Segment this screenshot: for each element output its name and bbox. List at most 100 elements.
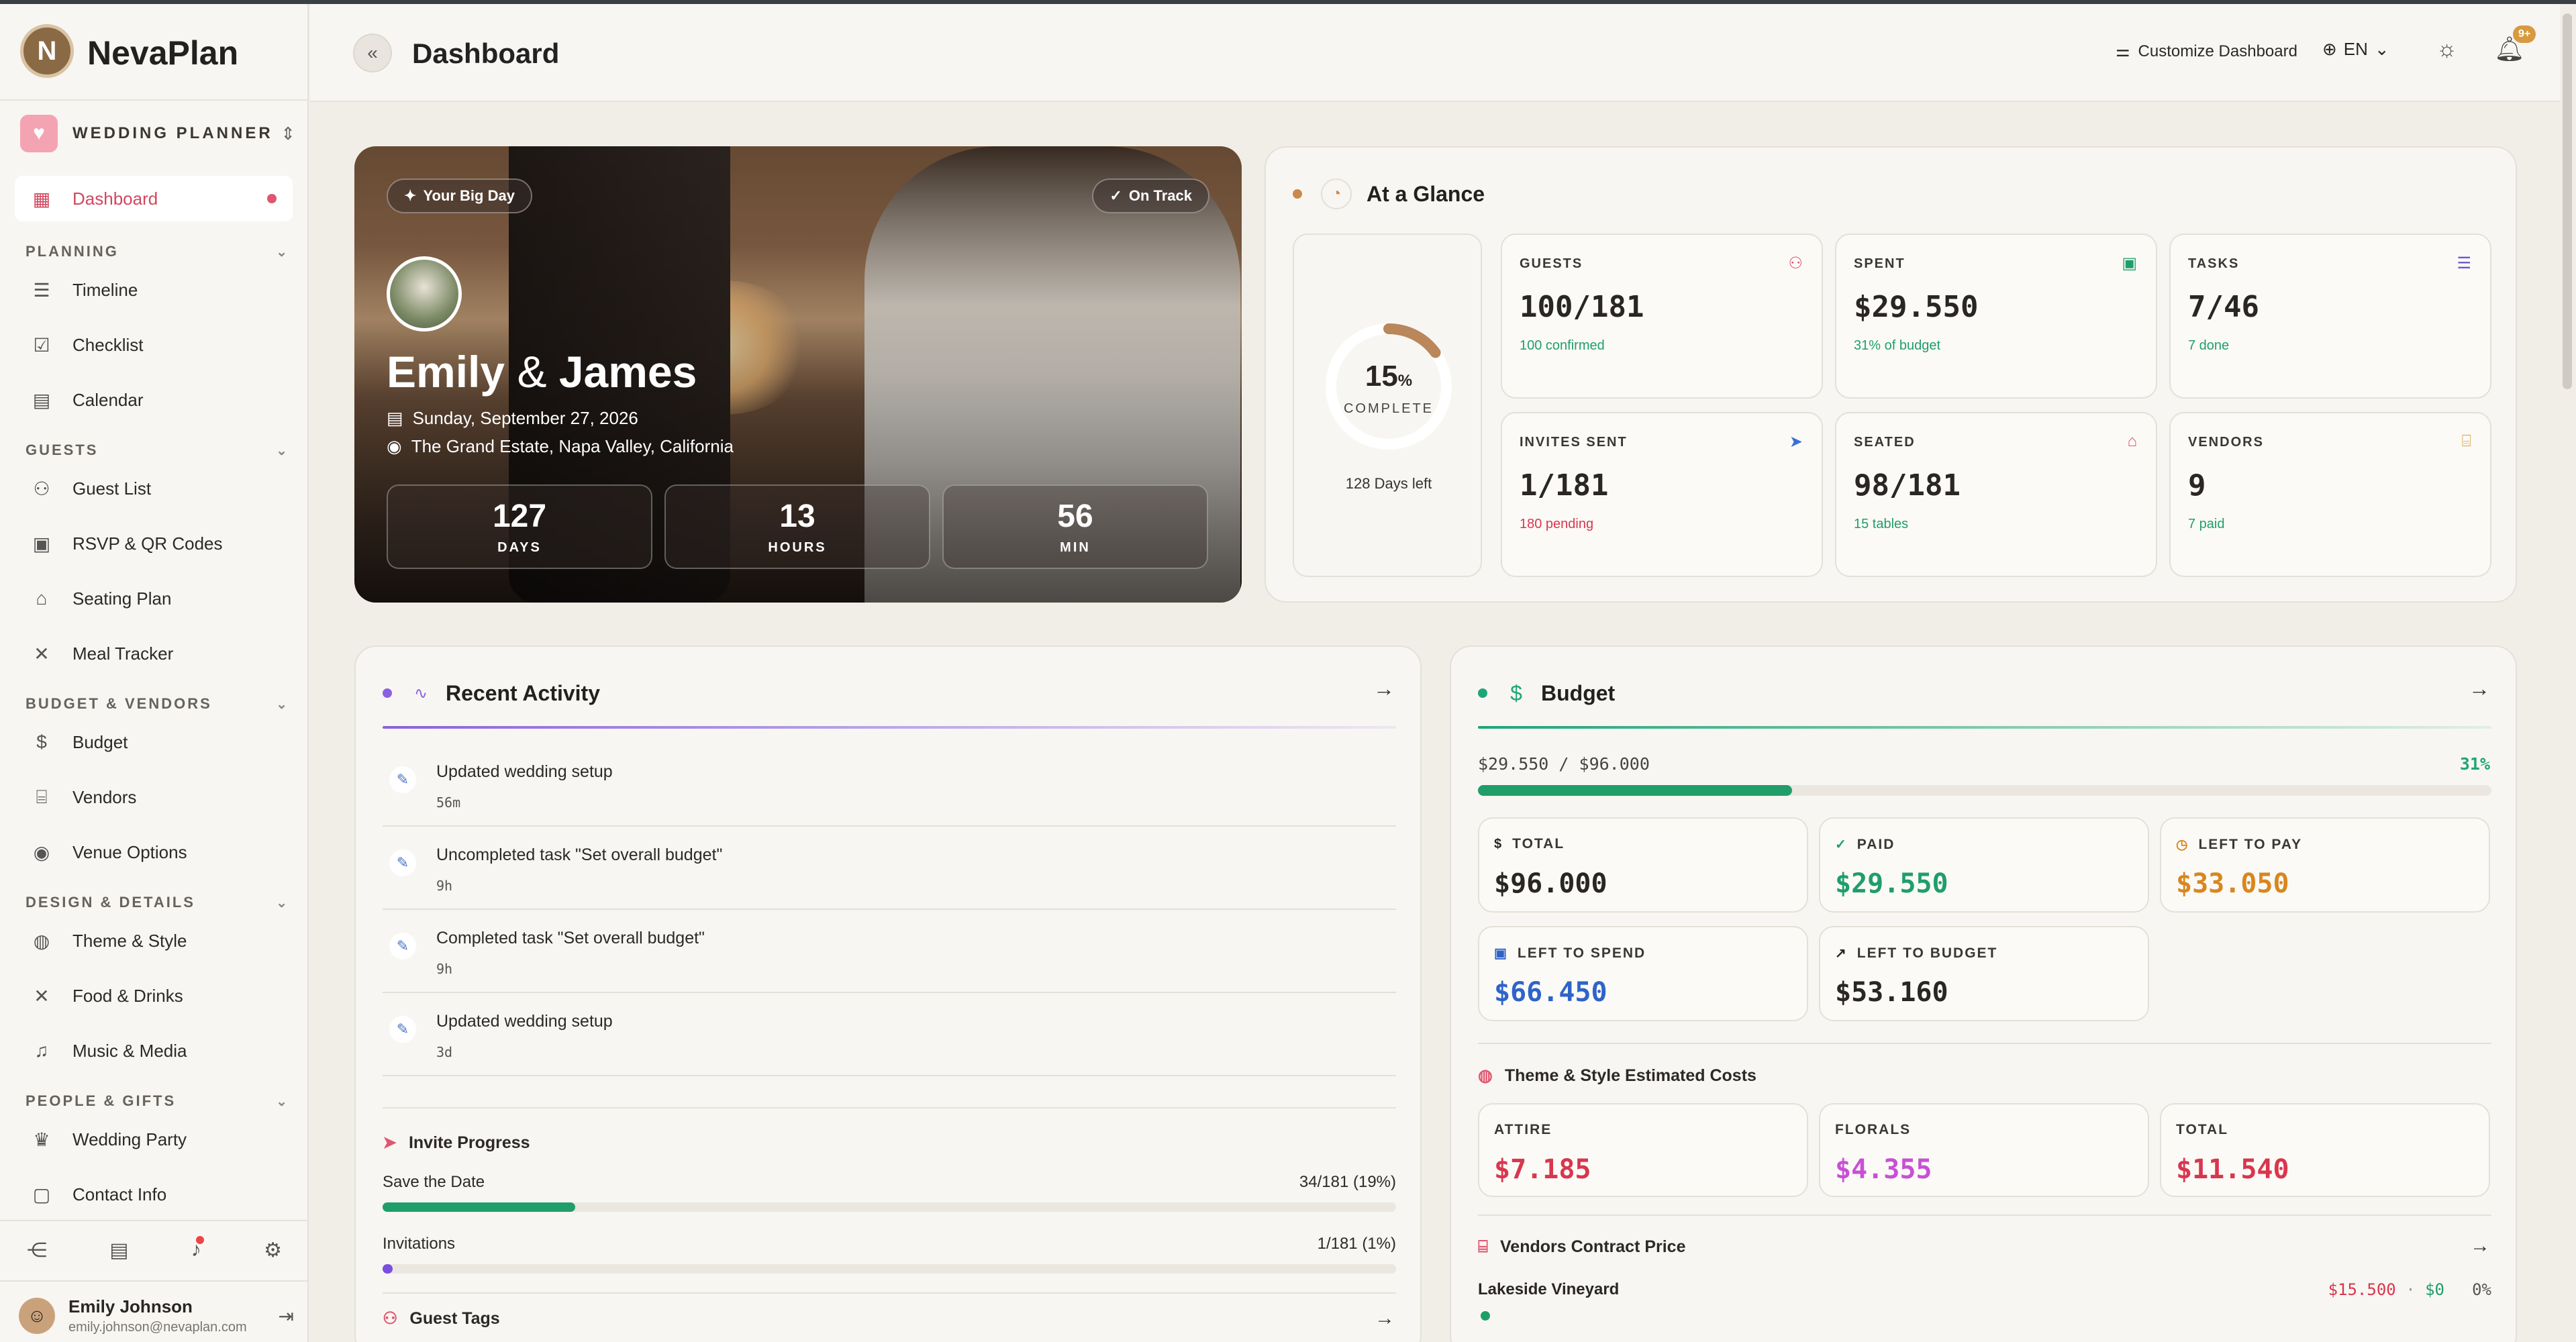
sidebar-item-rsvp[interactable]: ▣ RSVP & QR Codes <box>15 521 293 566</box>
arrow-right-icon[interactable]: → <box>1375 1307 1395 1330</box>
theme-cost-tile-attire[interactable]: ATTIRE $7.185 <box>1478 1103 1808 1197</box>
pencil-icon: ✎ <box>389 766 416 793</box>
theme-cost-tile-total[interactable]: TOTAL $11.540 <box>2160 1103 2490 1197</box>
sidebar-item-checklist[interactable]: ☑ Checklist <box>15 322 293 368</box>
arrow-right-icon[interactable]: → <box>2470 1235 2490 1257</box>
pencil-icon: ✎ <box>389 933 416 960</box>
app-logo[interactable]: N <box>20 24 74 78</box>
stat-subtext: 100 confirmed <box>1520 338 1605 353</box>
sidebar-utility-bar: ⋲ ▤ ♪ ⚙ <box>27 1236 282 1262</box>
qr-code-icon: ▣ <box>32 533 51 554</box>
vendor-name: Lakeside Vineyard <box>1478 1280 1620 1298</box>
activity-time: 56m <box>436 794 461 811</box>
stat-card-guests[interactable]: GUESTS ⚇ 100/181 100 confirmed <box>1501 234 1823 399</box>
activity-text: Updated wedding setup <box>436 1012 613 1031</box>
days-left: 128 Days left <box>1345 475 1432 492</box>
sidebar-item-label: Dashboard <box>72 188 158 209</box>
sidebar-item-timeline[interactable]: ☰ Timeline <box>15 267 293 313</box>
sidebar-item-vendors[interactable]: ⌸ Vendors <box>15 774 293 820</box>
stat-card-seated[interactable]: SEATED ⌂ 98/181 15 tables <box>1835 412 2157 577</box>
customize-dashboard-button[interactable]: ⚌ Customize Dashboard <box>2116 42 2297 61</box>
tile-value: $53.160 <box>1835 977 1948 1008</box>
progress-value: 1/181 (1%) <box>1317 1235 1396 1253</box>
dollar-icon: $ <box>1510 680 1522 705</box>
sidebar-item-contact-info[interactable]: ▢ Contact Info <box>15 1172 293 1217</box>
sidebar-item-wedding-party[interactable]: ♛ Wedding Party <box>15 1117 293 1162</box>
stat-card-invites-sent[interactable]: INVITES SENT ➤ 1/181 180 pending <box>1501 412 1823 577</box>
sidebar-item-dashboard[interactable]: ▦ Dashboard <box>15 176 293 221</box>
planner-selector[interactable]: ♥ WEDDING PLANNER ⇕ <box>20 111 295 156</box>
section-label: PEOPLE & GIFTS <box>26 1092 177 1109</box>
section-label: GUESTS <box>26 442 99 458</box>
bell-icon[interactable]: ♪ <box>191 1236 204 1262</box>
tile-label-text: LEFT TO PAY <box>2198 836 2303 852</box>
gear-icon[interactable]: ⚙ <box>264 1239 282 1262</box>
sidebar-item-calendar[interactable]: ▤ Calendar <box>15 377 293 423</box>
share-icon[interactable]: ⋲ <box>27 1239 47 1262</box>
stat-value: 100/181 <box>1520 290 1644 324</box>
sidebar-item-seating-plan[interactable]: ⌂ Seating Plan <box>15 576 293 621</box>
budget-tile-paid[interactable]: ✓ PAID $29.550 <box>1819 817 2149 913</box>
budget-tile-left-to-budget[interactable]: ↗ LEFT TO BUDGET $53.160 <box>1819 926 2149 1021</box>
activity-item[interactable]: ✎ Uncompleted task "Set overall budget" 9h <box>383 827 1396 910</box>
logout-icon[interactable]: ⇥ <box>279 1305 294 1327</box>
countdown-value: 13 <box>779 499 815 534</box>
stat-label: GUESTS <box>1520 256 1583 271</box>
sidebar-section-guests[interactable]: GUESTS ⌄ <box>26 442 287 459</box>
activity-item[interactable]: ✎ Updated wedding setup 3d <box>383 993 1396 1076</box>
tile-value: $7.185 <box>1494 1154 1591 1185</box>
arrow-right-icon[interactable]: → <box>2469 676 2490 701</box>
activity-item[interactable]: ✎ Completed task "Set overall budget" 9h <box>383 910 1396 993</box>
sidebar-item-venue-options[interactable]: ◉ Venue Options <box>15 829 293 875</box>
card-title: Budget <box>1541 680 1616 705</box>
sidebar-section-people[interactable]: PEOPLE & GIFTS ⌄ <box>26 1092 287 1110</box>
budget-tile-left-to-spend[interactable]: ▣ LEFT TO SPEND $66.450 <box>1478 926 1808 1021</box>
budget-tile-left-to-pay[interactable]: ◷ LEFT TO PAY $33.050 <box>2160 817 2490 913</box>
stat-card-vendors[interactable]: VENDORS ⌸ 9 7 paid <box>2169 412 2491 577</box>
budget-tile-total[interactable]: $ TOTAL $96.000 <box>1478 817 1808 913</box>
sidebar-item-theme-style[interactable]: ◍ Theme & Style <box>15 918 293 964</box>
guest-tags-header[interactable]: ⚇ Guest Tags <box>383 1308 500 1329</box>
music-icon: ♫ <box>34 1040 49 1061</box>
collapse-sidebar-button[interactable]: « <box>353 34 392 72</box>
card-header: ∿ Recent Activity <box>383 678 600 709</box>
activity-item[interactable]: ✎ Updated wedding setup 56m <box>383 743 1396 827</box>
sidebar-item-food-drinks[interactable]: ✕ Food & Drinks <box>15 973 293 1019</box>
sidebar-section-budget-vendors[interactable]: BUDGET & VENDORS ⌄ <box>26 695 287 713</box>
language-selector[interactable]: ⊕ EN ⌄ <box>2322 39 2389 60</box>
stat-card-spent[interactable]: SPENT ▣ $29.550 31% of budget <box>1835 234 2157 399</box>
theme-costs-header: ◍ Theme & Style Estimated Costs <box>1478 1066 1756 1086</box>
percent-value: 15 <box>1365 360 1398 393</box>
countdown-value: 127 <box>492 499 547 534</box>
sidebar-item-label: Timeline <box>72 279 138 300</box>
theme-cost-tile-florals[interactable]: FLORALS $4.355 <box>1819 1103 2149 1197</box>
vendors-contract-header[interactable]: ⌸ Vendors Contract Price <box>1478 1237 1686 1257</box>
sidebar-item-guest-list[interactable]: ⚇ Guest List <box>15 466 293 511</box>
notifications-button[interactable]: 🔔︎ 9+ <box>2494 25 2536 63</box>
section-label: PLANNING <box>26 243 119 260</box>
stat-card-tasks[interactable]: TASKS ☰ 7/46 7 done <box>2169 234 2491 399</box>
language-label: EN <box>2343 39 2368 59</box>
calendar-icon: ▤ <box>32 389 51 411</box>
document-icon[interactable]: ▤ <box>109 1239 128 1262</box>
user-profile[interactable]: ☺ Emily Johnson emily.johnson@nevaplan.c… <box>19 1294 294 1338</box>
card-header: ◔ At a Glance <box>1293 178 1485 209</box>
sidebar-item-music-media[interactable]: ♫ Music & Media <box>15 1028 293 1074</box>
arrow-right-icon[interactable]: → <box>1373 676 1395 701</box>
sidebar-section-design[interactable]: DESIGN & DETAILS ⌄ <box>26 894 287 911</box>
avatar: ☺ <box>19 1298 55 1334</box>
page-scrollbar-thumb[interactable] <box>2563 13 2572 389</box>
sidebar-item-meal-tracker[interactable]: ✕ Meal Tracker <box>15 631 293 676</box>
users-icon: ⚇ <box>33 478 50 499</box>
sidebar-item-budget[interactable]: $ Budget <box>15 719 293 765</box>
stat-value: 7/46 <box>2188 290 2259 324</box>
sun-icon[interactable]: ☼ <box>2436 36 2457 62</box>
tile-label: TOTAL <box>2176 1122 2229 1137</box>
clock-icon: ◷ <box>2176 837 2188 852</box>
couple-avatar[interactable] <box>387 256 462 331</box>
wallet-icon: ▣ <box>2122 254 2137 272</box>
stat-subtext: 31% of budget <box>1854 338 1940 353</box>
divider <box>1478 1043 2491 1044</box>
store-icon: ⌸ <box>1478 1237 1489 1256</box>
sidebar-section-planning[interactable]: PLANNING ⌄ <box>26 243 287 260</box>
